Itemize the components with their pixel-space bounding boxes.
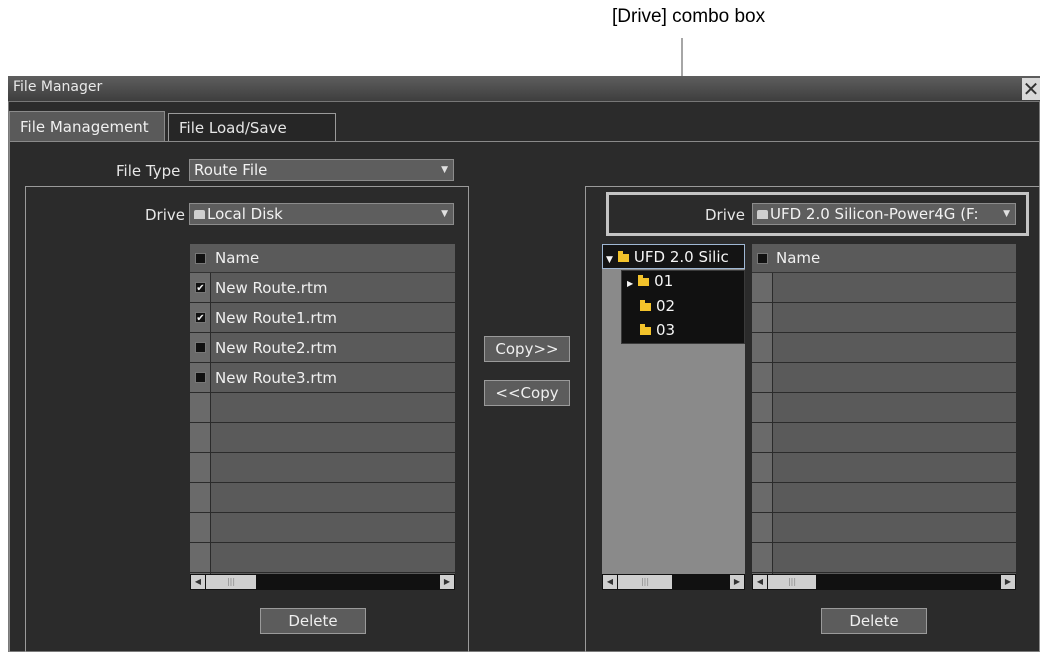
tree-scrollbar[interactable]: ◀ ||| ▶ (602, 574, 745, 590)
scroll-right-icon[interactable]: ▶ (1001, 575, 1015, 589)
scroll-right-icon[interactable]: ▶ (440, 575, 454, 589)
table-row (752, 453, 1016, 483)
tree-root-label: UFD 2.0 Silic (633, 248, 729, 266)
drive-combo-callout: [Drive] combo box (612, 6, 766, 27)
file-name: New Route3.rtm (215, 369, 337, 387)
table-row (752, 543, 1016, 573)
right-delete-button[interactable]: Delete (821, 608, 927, 634)
folder-icon (640, 299, 651, 311)
table-row (190, 453, 455, 483)
left-list-scrollbar[interactable]: ◀ ||| ▶ (190, 574, 455, 590)
folder-icon (638, 274, 650, 286)
select-all-checkbox[interactable] (195, 253, 206, 264)
folder-icon (640, 323, 651, 335)
row-checkbox[interactable]: ✔ (195, 282, 206, 294)
tree-item-01[interactable]: ▶ 01 (627, 272, 673, 290)
table-row (190, 393, 455, 423)
file-type-combo[interactable]: Route File ▼ (189, 159, 454, 181)
chevron-right-icon[interactable]: ▶ (627, 279, 633, 288)
scroll-left-icon[interactable]: ◀ (191, 575, 205, 589)
copy-right-button[interactable]: Copy>> (484, 336, 570, 362)
scroll-left-icon[interactable]: ◀ (753, 575, 767, 589)
scroll-thumb[interactable]: ||| (768, 575, 816, 589)
left-drive-label: Drive (145, 206, 185, 224)
table-row (752, 483, 1016, 513)
table-row (752, 393, 1016, 423)
file-name: New Route.rtm (215, 279, 328, 297)
table-row (752, 303, 1016, 333)
tab-file-load-save[interactable]: File Load/Save (168, 113, 336, 141)
table-row (752, 333, 1016, 363)
tree-item-label: 01 (654, 272, 674, 290)
title-bar[interactable] (8, 76, 1040, 102)
file-type-label: File Type (116, 162, 181, 180)
chevron-down-icon: ▼ (606, 255, 613, 265)
table-row (190, 483, 455, 513)
table-row (752, 363, 1016, 393)
table-row (752, 273, 1016, 303)
left-delete-button[interactable]: Delete (260, 608, 366, 634)
select-all-checkbox[interactable] (757, 253, 768, 264)
row-checkbox[interactable] (195, 372, 206, 383)
tab-file-management[interactable]: File Management (9, 111, 165, 141)
tree-item-03[interactable]: 03 (640, 321, 675, 339)
tree-item-label: 03 (656, 321, 676, 339)
scroll-right-icon[interactable]: ▶ (730, 575, 744, 589)
table-row (190, 513, 455, 543)
table-row (752, 513, 1016, 543)
left-drive-value: Local Disk (207, 205, 283, 223)
table-row (190, 543, 455, 573)
left-drive-combo[interactable]: Local Disk ▼ (189, 203, 454, 225)
row-checkbox[interactable] (195, 342, 206, 353)
tree-root-item[interactable]: ▼ UFD 2.0 Silic (606, 248, 729, 266)
scroll-thumb[interactable]: ||| (206, 575, 256, 589)
drive-combo-highlight (606, 192, 1029, 236)
chevron-down-icon: ▼ (441, 165, 448, 175)
tree-item-label: 02 (656, 297, 676, 315)
table-row (190, 423, 455, 453)
close-icon[interactable]: ✕ (1022, 78, 1040, 100)
disk-icon (194, 210, 205, 219)
file-name: New Route2.rtm (215, 339, 337, 357)
chevron-down-icon: ▼ (441, 209, 448, 219)
file-name: New Route1.rtm (215, 309, 337, 327)
scroll-thumb[interactable]: ||| (618, 575, 672, 589)
right-list-scrollbar[interactable]: ◀ ||| ▶ (752, 574, 1016, 590)
table-row (752, 423, 1016, 453)
name-column-header[interactable]: Name (776, 249, 820, 267)
copy-left-button[interactable]: <<Copy (484, 380, 570, 406)
scroll-left-icon[interactable]: ◀ (603, 575, 617, 589)
window-title: File Manager (13, 79, 103, 95)
tree-item-02[interactable]: 02 (640, 297, 675, 315)
file-type-value: Route File (194, 161, 268, 179)
row-checkbox[interactable]: ✔ (195, 312, 206, 324)
name-column-header[interactable]: Name (215, 249, 259, 267)
folder-open-icon (617, 250, 629, 262)
